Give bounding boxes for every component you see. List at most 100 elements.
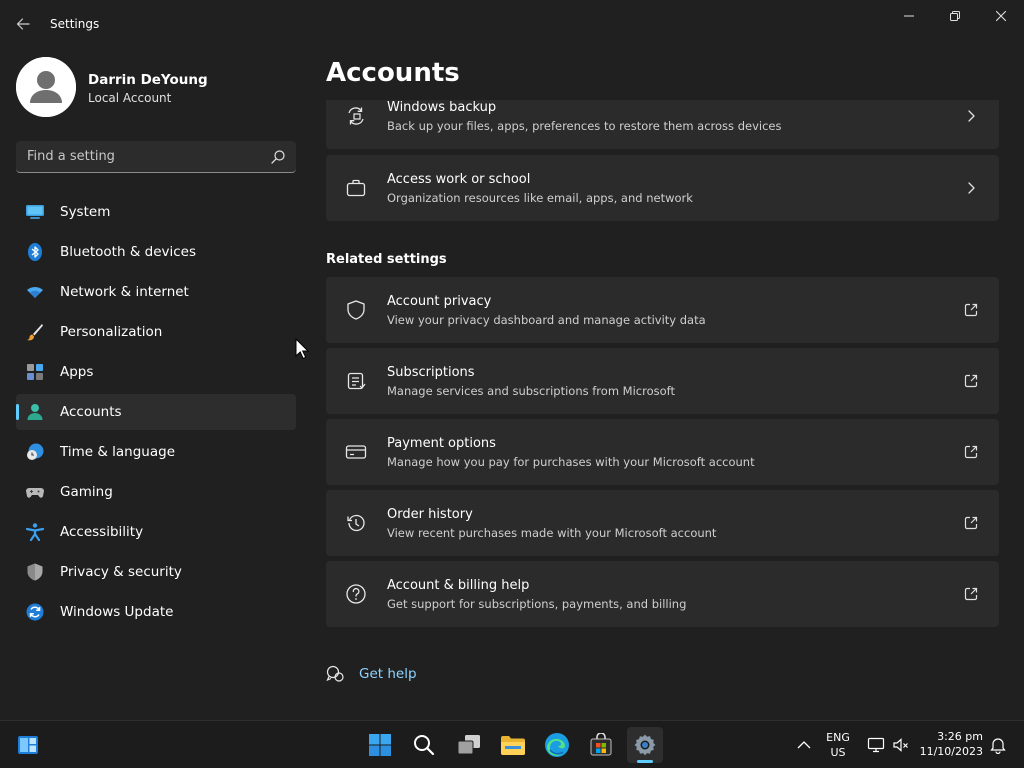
settings-window: Settings Darrin DeYoung Local Account Fi… [0, 0, 1024, 720]
subscriptions-card[interactable]: Subscriptions Manage services and subscr… [326, 348, 999, 414]
notification-bell-icon[interactable] [989, 736, 1007, 754]
clock-date: 11/10/2023 [919, 745, 983, 758]
history-icon [347, 514, 365, 532]
sidebar-item-personalization[interactable]: Personalization [16, 314, 296, 350]
sidebar-item-system[interactable]: System [16, 194, 296, 230]
shield-outline-icon [347, 300, 365, 320]
avatar [16, 57, 76, 117]
card-description: Manage how you pay for purchases with yo… [387, 455, 755, 469]
microsoft-store-button[interactable] [583, 727, 619, 763]
accessibility-icon [26, 523, 44, 541]
sidebar-item-label: Accessibility [60, 524, 144, 540]
brush-icon [27, 324, 43, 341]
gamepad-icon [26, 488, 44, 498]
network-ethernet-icon[interactable] [867, 736, 885, 754]
close-icon [996, 11, 1006, 21]
title-bar: Settings [0, 0, 1024, 48]
search-box [16, 141, 296, 173]
settings-app-button[interactable] [627, 727, 663, 763]
card-title: Order history [387, 507, 473, 522]
sidebar-item-network[interactable]: Network & internet [16, 274, 296, 310]
card-description: Back up your files, apps, preferences to… [387, 119, 782, 133]
card-title: Access work or school [387, 172, 531, 187]
credit-card-icon [345, 445, 367, 459]
back-button[interactable] [8, 10, 38, 38]
sidebar-nav: System Bluetooth & devices Network & int… [16, 194, 296, 634]
language-code: ENG [826, 731, 850, 744]
sidebar-item-privacy-security[interactable]: Privacy & security [16, 554, 296, 590]
main-content: Windows backup Back up your files, apps,… [326, 100, 1000, 720]
taskbar-search-button[interactable] [406, 727, 442, 763]
card-description: Organization resources like email, apps,… [387, 191, 693, 205]
task-view-button[interactable] [451, 727, 487, 763]
search-icon[interactable] [270, 149, 286, 165]
card-description: Manage services and subscriptions from M… [387, 384, 676, 398]
external-link-icon [964, 587, 978, 601]
sidebar-item-label: Windows Update [60, 604, 174, 620]
external-link-icon [964, 516, 978, 530]
sidebar-item-label: Time & language [60, 444, 176, 460]
card-description: View your privacy dashboard and manage a… [387, 313, 706, 327]
update-icon [26, 603, 44, 621]
briefcase-icon [346, 179, 366, 197]
input-language-indicator[interactable]: ENG US [820, 730, 856, 760]
store-icon [590, 733, 612, 756]
sidebar-item-label: Apps [60, 364, 94, 380]
sidebar-item-bluetooth[interactable]: Bluetooth & devices [16, 234, 296, 270]
sidebar-item-label: Privacy & security [60, 564, 182, 580]
chevron-up-icon[interactable] [795, 736, 813, 754]
minimize-icon [904, 15, 914, 17]
volume-muted-icon[interactable] [892, 736, 910, 754]
widgets-button[interactable] [10, 727, 46, 763]
page-title: Accounts [326, 58, 460, 88]
language-region: US [830, 746, 846, 759]
system-clock[interactable]: 3:26 pm 11/10/2023 [917, 729, 983, 759]
chevron-right-icon [968, 182, 975, 194]
sidebar-item-windows-update[interactable]: Windows Update [16, 594, 296, 630]
minimize-button[interactable] [887, 4, 931, 28]
sidebar-item-label: Accounts [60, 404, 122, 420]
sidebar-item-gaming[interactable]: Gaming [16, 474, 296, 510]
user-profile[interactable]: Darrin DeYoung Local Account [16, 56, 296, 120]
card-title: Payment options [387, 436, 496, 451]
windows-logo-icon [369, 734, 391, 756]
task-view-icon [457, 735, 480, 755]
sidebar-item-accessibility[interactable]: Accessibility [16, 514, 296, 550]
apps-icon [27, 364, 43, 380]
sidebar-item-label: Gaming [60, 484, 113, 500]
payment-options-card[interactable]: Payment options Manage how you pay for p… [326, 419, 999, 485]
bluetooth-icon [28, 243, 42, 261]
folder-icon [501, 736, 525, 755]
account-billing-help-card[interactable]: Account & billing help Get support for s… [326, 561, 999, 627]
app-title: Settings [50, 17, 100, 31]
close-button[interactable] [979, 4, 1023, 28]
access-work-school-card[interactable]: Access work or school Organization resou… [326, 155, 999, 221]
card-title: Windows backup [387, 100, 497, 115]
sidebar-item-label: Bluetooth & devices [60, 244, 197, 260]
restore-button[interactable] [933, 4, 977, 28]
sidebar-item-time-language[interactable]: Time & language [16, 434, 296, 470]
start-button[interactable] [362, 727, 398, 763]
windows-backup-card[interactable]: Windows backup Back up your files, apps,… [326, 100, 999, 149]
search-icon [414, 735, 435, 756]
search-input[interactable] [16, 141, 266, 172]
widgets-icon [18, 736, 38, 754]
restore-icon [950, 11, 960, 21]
arrow-left-icon [16, 18, 30, 30]
edge-button[interactable] [539, 727, 575, 763]
account-privacy-card[interactable]: Account privacy View your privacy dashbo… [326, 277, 999, 343]
backup-icon [348, 107, 364, 125]
monitor-icon [26, 205, 44, 219]
related-settings-heading: Related settings [326, 252, 447, 267]
get-help-link[interactable]: Get help [326, 663, 446, 685]
sidebar-item-apps[interactable]: Apps [16, 354, 296, 390]
card-title: Account & billing help [387, 578, 530, 593]
sidebar-item-label: System [60, 204, 111, 220]
sidebar-item-label: Network & internet [60, 284, 189, 300]
card-title: Account privacy [387, 294, 492, 309]
chat-help-icon [326, 665, 344, 682]
profile-name: Darrin DeYoung [88, 72, 208, 88]
order-history-card[interactable]: Order history View recent purchases made… [326, 490, 999, 556]
sidebar-item-accounts[interactable]: Accounts [16, 394, 296, 430]
file-explorer-button[interactable] [495, 727, 531, 763]
